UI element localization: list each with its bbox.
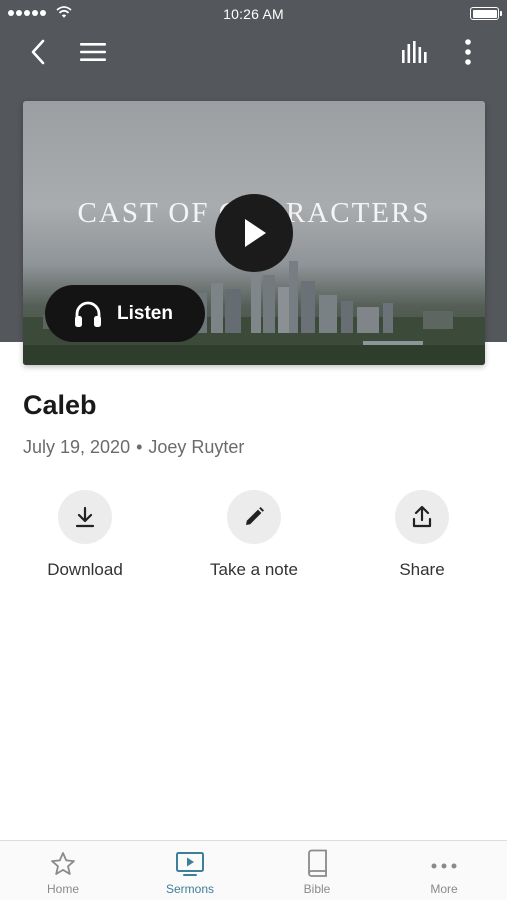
tv-play-icon: [176, 852, 204, 876]
book-icon: [308, 849, 327, 877]
headphones-icon: [75, 301, 101, 327]
back-icon: [31, 39, 45, 65]
sermon-date: July 19, 2020: [23, 437, 131, 457]
share-circle: [395, 490, 449, 544]
tab-more-label: More: [430, 882, 458, 896]
share-label: Share: [399, 560, 445, 579]
share-icon: [412, 505, 432, 528]
sermon-title: Caleb: [23, 390, 97, 420]
pencil-icon: [246, 507, 264, 525]
equalizer-icon: [402, 41, 427, 63]
tab-bible[interactable]: Bible: [254, 841, 380, 900]
sermon-video-thumbnail[interactable]: CAST OF CHARACTERS Listen: [23, 101, 485, 365]
share-button[interactable]: Share: [342, 490, 502, 580]
audio-levels-button[interactable]: [398, 36, 432, 68]
bottom-tab-bar: Home Sermons Bible More: [0, 840, 507, 900]
listen-button[interactable]: Listen: [45, 285, 205, 342]
take-note-circle: [227, 490, 281, 544]
sermon-meta: July 19, 2020 • Joey Ruyter: [23, 437, 244, 458]
tab-sermons-label: Sermons: [165, 882, 215, 896]
take-note-button[interactable]: Take a note: [174, 490, 334, 580]
download-circle: [58, 490, 112, 544]
tab-sermons[interactable]: Sermons: [127, 841, 253, 900]
more-options-button[interactable]: [455, 36, 481, 68]
take-note-label: Take a note: [210, 560, 298, 579]
back-button[interactable]: [22, 36, 54, 68]
more-vertical-icon: [465, 39, 471, 65]
menu-button[interactable]: [76, 36, 110, 68]
download-label: Download: [47, 560, 123, 579]
tab-more[interactable]: More: [381, 841, 507, 900]
more-horizontal-icon: [431, 863, 457, 869]
tab-home-label: Home: [46, 882, 79, 896]
download-button[interactable]: Download: [5, 490, 165, 580]
tab-bible-label: Bible: [303, 882, 331, 896]
play-button[interactable]: [215, 194, 293, 272]
meta-separator: •: [136, 437, 143, 457]
status-time: 10:26 AM: [223, 6, 284, 22]
listen-label: Listen: [117, 302, 173, 324]
battery-icon: [470, 7, 502, 20]
sermon-speaker: Joey Ruyter: [148, 437, 245, 457]
play-icon: [245, 219, 266, 247]
status-bar: 10:26 AM: [0, 0, 507, 28]
tab-home[interactable]: Home: [0, 841, 126, 900]
star-icon: [51, 852, 75, 875]
menu-icon: [80, 43, 106, 61]
download-icon: [75, 506, 95, 528]
